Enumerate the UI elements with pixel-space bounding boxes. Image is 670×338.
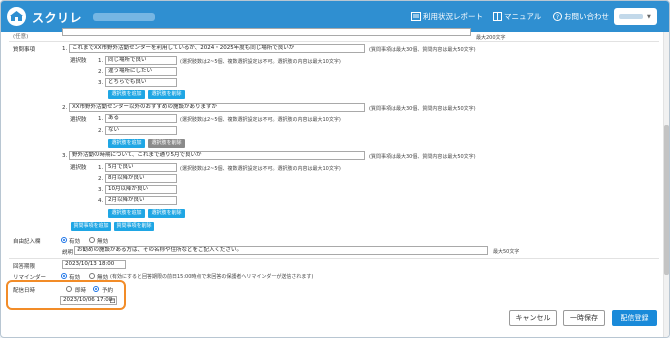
add-question-button[interactable]: 質問事項を追加 <box>71 222 111 231</box>
q1-options-note: (選択肢数は2~5個、複数選択設定は不可。選択肢の内容は最大10文字) <box>180 59 341 65</box>
free-text-disabled-radio[interactable] <box>89 237 95 243</box>
q1-option-input[interactable]: どちらでも良い <box>105 78 177 87</box>
q3-option-num: 1. <box>98 165 104 171</box>
q2-option-input[interactable]: ない <box>105 126 177 135</box>
delivery-label: 配信日時 <box>13 288 36 294</box>
q2-text-input[interactable]: XX市野外活動センター以外のおすすめの施設がありますか <box>69 103 365 112</box>
q1-options-label: 選択肢 <box>70 58 87 64</box>
chevron-down-icon: ▼ <box>647 14 651 20</box>
q1-add-option-button[interactable]: 選択肢を追加 <box>108 90 145 99</box>
deadline-input[interactable]: 2023/10/13 18:00 <box>62 260 126 269</box>
reminder-note: (有効にすると回答期限の前日15:00時点で未回答の保護者へリマインダーが送信さ… <box>110 274 314 280</box>
divider <box>9 41 659 42</box>
q2-number: 2. <box>62 105 68 111</box>
save-draft-button[interactable]: 一時保存 <box>563 310 605 326</box>
top-max-note: 最大200文字 <box>476 35 506 41</box>
nav-contact[interactable]: ? お問い合わせ <box>553 11 609 22</box>
q3-option-num: 2. <box>98 176 104 182</box>
description-max-note: 最大50文字 <box>493 249 520 255</box>
top-textarea[interactable] <box>62 28 471 36</box>
user-name-redacted <box>619 14 643 19</box>
q1-option-input[interactable]: 違う場所にしたい <box>105 67 177 76</box>
q2-remove-option-button[interactable]: 選択肢を削除 <box>148 139 185 148</box>
q3-number: 3. <box>62 153 68 159</box>
q2-options-label: 選択肢 <box>70 117 87 123</box>
q3-option-num: 4. <box>98 198 104 204</box>
description-label: 説明 <box>62 250 74 256</box>
delivery-scheduled-label: 予約 <box>102 288 114 294</box>
remove-question-button[interactable]: 質問事項を削除 <box>114 222 154 231</box>
q2-options-note: (選択肢数は2~5個、複数選択設定は不可。選択肢の内容は最大10文字) <box>180 117 341 123</box>
q1-text-input[interactable]: これまでXX市野外活動センターを利用しているが、2024・2025年度も同じ場所… <box>69 44 365 53</box>
reminder-enabled-radio[interactable] <box>61 273 67 279</box>
q3-option-input[interactable]: 8月以降が良い <box>105 174 177 183</box>
nav-manual[interactable]: マニュアル <box>493 11 541 22</box>
calendar-icon[interactable] <box>110 298 115 303</box>
nav-manual-label: マニュアル <box>504 12 542 21</box>
user-menu[interactable]: ▼ <box>614 8 657 25</box>
q2-note: (質問事項は最大30個、質問内容は最大50文字) <box>369 106 476 112</box>
delivery-scheduled-radio[interactable] <box>93 286 99 292</box>
q3-options-label: 選択肢 <box>70 165 87 171</box>
q1-option-num: 2. <box>98 69 104 75</box>
description-input[interactable]: お勧めの施設がある方は、その名称や住所などをご記入ください。 <box>74 246 488 255</box>
q3-option-input[interactable]: 10月以降が良い <box>105 185 177 194</box>
deliver-button[interactable]: 配信登録 <box>612 310 657 326</box>
svg-text:?: ? <box>556 14 559 21</box>
reminder-disabled-radio[interactable] <box>89 273 95 279</box>
q3-option-input[interactable]: 5月で良い <box>105 163 177 172</box>
scrollbar-thumb[interactable] <box>664 125 669 275</box>
school-name-redacted <box>93 13 155 21</box>
delivery-highlight-frame <box>6 280 126 310</box>
q2-add-option-button[interactable]: 選択肢を追加 <box>108 139 145 148</box>
nav-usage-report[interactable]: 利用状況レポート <box>411 11 483 22</box>
questions-label: 質問事項 <box>13 47 36 53</box>
delivery-datetime-input[interactable]: 2023/10/06 17:08 <box>60 296 117 305</box>
q3-add-option-button[interactable]: 選択肢を追加 <box>108 209 145 218</box>
help-icon: ? <box>553 12 562 21</box>
q3-remove-option-button[interactable]: 選択肢を削除 <box>148 209 185 218</box>
q1-note: (質問事項は最大30個、質問内容は最大50文字) <box>369 47 476 53</box>
q1-option-num: 3. <box>98 80 104 86</box>
free-text-enabled-label: 有効 <box>69 239 81 245</box>
book-icon <box>493 12 502 21</box>
q3-text-input[interactable]: 野外活動の時期について、これまで通り5月で良いか <box>69 151 365 160</box>
cancel-button[interactable]: キャンセル <box>509 310 557 326</box>
app-window: スクリレ 利用状況レポート マニュアル ? お問い合わせ ▼ (任意) 最大20… <box>0 0 670 338</box>
nav-contact-label: お問い合わせ <box>564 12 609 21</box>
q1-option-input[interactable]: 同じ場所で良い <box>105 56 177 65</box>
divider <box>9 258 659 259</box>
deadline-label: 回答期限 <box>13 264 36 270</box>
q2-option-num: 1. <box>98 116 104 122</box>
q1-option-num: 1. <box>98 58 104 64</box>
free-text-disabled-label: 無効 <box>97 239 109 245</box>
q1-number: 1. <box>62 46 68 52</box>
free-text-enabled-radio[interactable] <box>61 237 67 243</box>
q1-remove-option-button[interactable]: 選択肢を削除 <box>148 90 185 99</box>
q3-options-note: (選択肢数は2~5個、複数選択設定は不可。選択肢の内容は最大10文字) <box>180 166 341 172</box>
q3-option-input[interactable]: 2月以降が良い <box>105 196 177 205</box>
q3-note: (質問事項は最大30個、質問内容は最大50文字) <box>369 154 476 160</box>
app-title: スクリレ <box>32 11 83 25</box>
logo <box>7 7 26 26</box>
nav-usage-report-label: 利用状況レポート <box>423 12 483 21</box>
delivery-immediate-radio[interactable] <box>66 286 72 292</box>
free-text-label: 自由記入欄 <box>13 239 41 245</box>
q2-option-input[interactable]: ある <box>105 114 177 123</box>
top-field-label: (任意) <box>13 34 29 40</box>
report-icon <box>411 12 421 21</box>
delivery-immediate-label: 即時 <box>75 288 87 294</box>
q2-option-num: 2. <box>98 128 104 134</box>
q3-option-num: 3. <box>98 187 104 193</box>
